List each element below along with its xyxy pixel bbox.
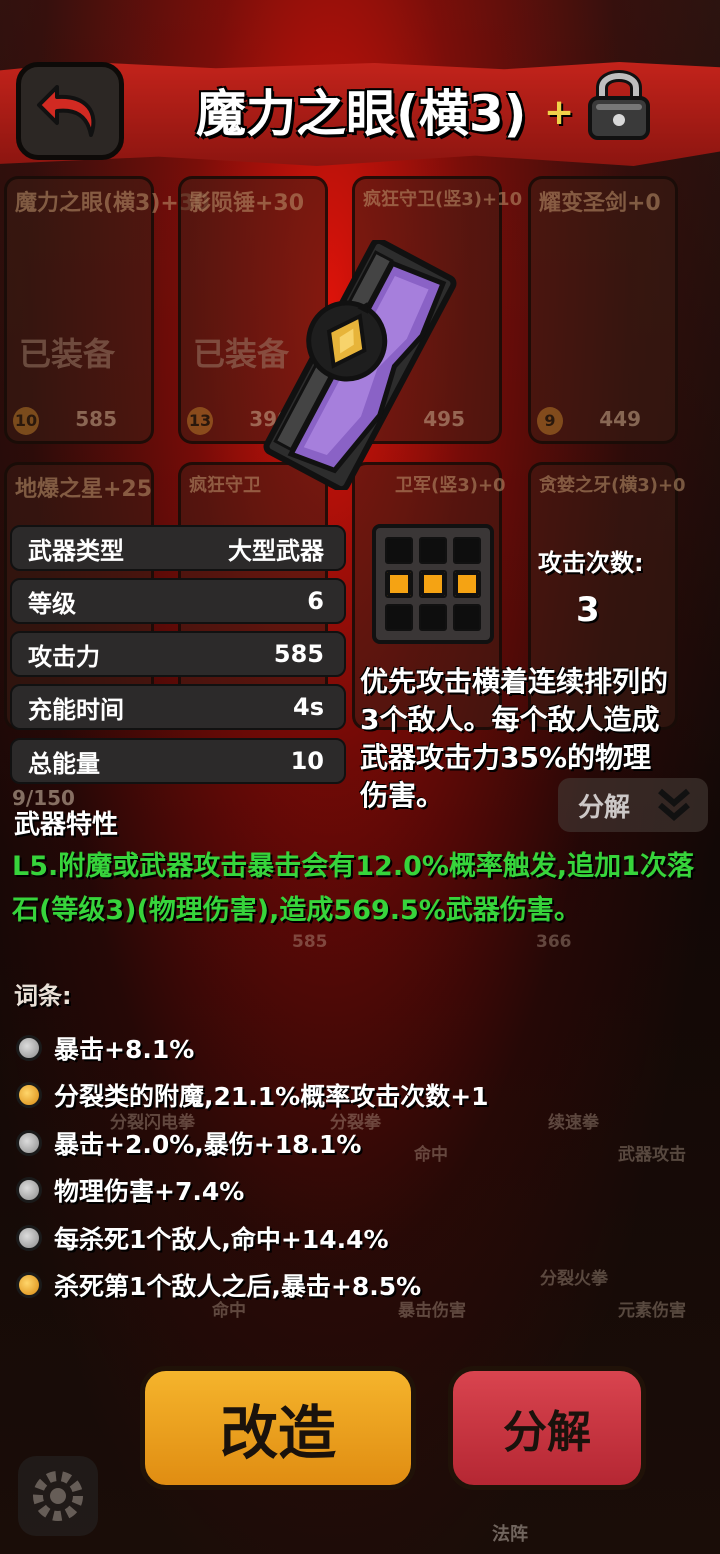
affix-grey-gem-icon <box>16 1035 42 1061</box>
title-plus: + <box>544 92 575 133</box>
bg-card-title: 耀变圣剑+0 <box>539 191 661 216</box>
bg-card-title: 影陨锤+30 <box>189 191 305 216</box>
stat-value: 4s <box>293 693 324 721</box>
trait-header: 武器特性 <box>14 810 119 840</box>
affix-header: 词条: <box>14 982 72 1010</box>
bg-card-level: 10 <box>13 407 39 435</box>
weapon-title: 魔力之眼(横3) <box>196 85 527 143</box>
bg-card-title: 地爆之星+25 <box>15 477 153 502</box>
bg-card-title: 贪婪之牙(横3)+0 <box>539 475 686 496</box>
ghost-label: 585 <box>292 932 328 952</box>
ghost-label: 元素伤害 <box>618 1301 686 1321</box>
pattern-cell-active <box>419 570 447 598</box>
attack-pattern-grid <box>372 524 494 644</box>
affix-gold-gem-icon <box>16 1272 42 1298</box>
stat-value: 10 <box>290 747 324 775</box>
upgrade-button[interactable]: 改造 <box>140 1366 416 1490</box>
stat-value: 6 <box>307 587 324 615</box>
bg-card-level: 13 <box>187 407 213 435</box>
pattern-cell <box>453 537 481 565</box>
ghost-label: 续速拳 <box>548 1113 599 1133</box>
stat-value: 585 <box>273 640 324 668</box>
affix-item: 分裂类的附魔,21.1%概率攻击次数+1 <box>16 1075 489 1115</box>
affix-grey-gem-icon <box>16 1225 42 1251</box>
stat-label: 等级 <box>28 589 76 618</box>
affix-item: 每杀死1个敌人,命中+14.4% <box>16 1218 389 1258</box>
bg-card-power: 585 <box>75 407 117 431</box>
double-chevron-down-icon <box>658 788 690 821</box>
back-button[interactable] <box>16 62 124 160</box>
stat-row-attack: 攻击力 585 <box>10 631 346 677</box>
bottom-nav-label: 法阵 <box>492 1524 528 1545</box>
affix-text: 物理伤害+7.4% <box>54 1177 245 1206</box>
stat-row-charge-time: 充能时间 4s <box>10 684 346 730</box>
gear-icon[interactable] <box>18 1456 98 1536</box>
affix-text: 暴击+8.1% <box>54 1035 195 1064</box>
affix-text: 分裂类的附魔,21.1%概率攻击次数+1 <box>54 1082 489 1111</box>
decompose-collapse-button[interactable]: 分解 <box>558 778 708 832</box>
attack-count-value: 3 <box>576 590 600 630</box>
pattern-cell-active <box>385 570 413 598</box>
pattern-cell <box>453 603 481 631</box>
bg-card-level: 9 <box>537 407 563 435</box>
stat-row-level: 等级 6 <box>10 578 346 624</box>
affix-grey-gem-icon <box>16 1130 42 1156</box>
affix-item: 物理伤害+7.4% <box>16 1170 244 1210</box>
stat-label: 总能量 <box>28 749 100 778</box>
back-arrow-icon <box>37 85 96 137</box>
bg-card-power: 449 <box>599 407 641 431</box>
affix-text: 暴击+2.0%,暴伤+18.1% <box>54 1130 362 1159</box>
stat-row-total-energy: 总能量 10 <box>10 738 346 784</box>
stat-value: 大型武器 <box>228 536 324 565</box>
ghost-label: 366 <box>536 932 572 952</box>
affix-item: 暴击+8.1% <box>16 1028 194 1068</box>
weapon-image <box>245 237 475 493</box>
affix-text: 杀死第1个敌人之后,暴击+8.5% <box>54 1272 422 1301</box>
ghost-label: 命中 <box>414 1145 448 1165</box>
pattern-cell <box>385 603 413 631</box>
pattern-cell-active <box>453 570 481 598</box>
affix-gold-gem-icon <box>16 1082 42 1108</box>
affix-item: 暴击+2.0%,暴伤+18.1% <box>16 1123 361 1163</box>
decompose-small-label: 分解 <box>578 792 631 823</box>
affix-grey-gem-icon <box>16 1177 42 1203</box>
affix-text: 每杀死1个敌人,命中+14.4% <box>54 1225 389 1254</box>
bg-weapon-card: 魔力之眼(横3)+30 已装备 10 585 <box>4 176 209 444</box>
stat-row-type: 武器类型 大型武器 <box>10 525 346 571</box>
ghost-label: 分裂火拳 <box>540 1269 608 1289</box>
ghost-label: 武器攻击 <box>618 1145 686 1165</box>
bg-card-title: 疯狂守卫(竖3)+10 <box>363 189 523 210</box>
stat-label: 攻击力 <box>28 642 100 671</box>
pattern-cell <box>419 603 447 631</box>
lock-icon[interactable] <box>584 64 654 144</box>
bg-card-equipped: 已装备 <box>19 335 116 373</box>
trait-description: L5.附魔或武器攻击暴击会有12.0%概率触发,追加1次落石(等级3)(物理伤害… <box>12 851 694 926</box>
attack-count-label: 攻击次数: <box>538 549 644 577</box>
affix-item: 杀死第1个敌人之后,暴击+8.5% <box>16 1265 421 1305</box>
stat-label: 武器类型 <box>28 536 124 565</box>
pattern-cell <box>385 537 413 565</box>
pattern-cell <box>419 537 447 565</box>
decompose-button[interactable]: 分解 <box>448 1366 646 1490</box>
bg-weapon-card: 耀变圣剑+0 9 449 <box>528 176 678 444</box>
stat-label: 充能时间 <box>28 695 124 724</box>
